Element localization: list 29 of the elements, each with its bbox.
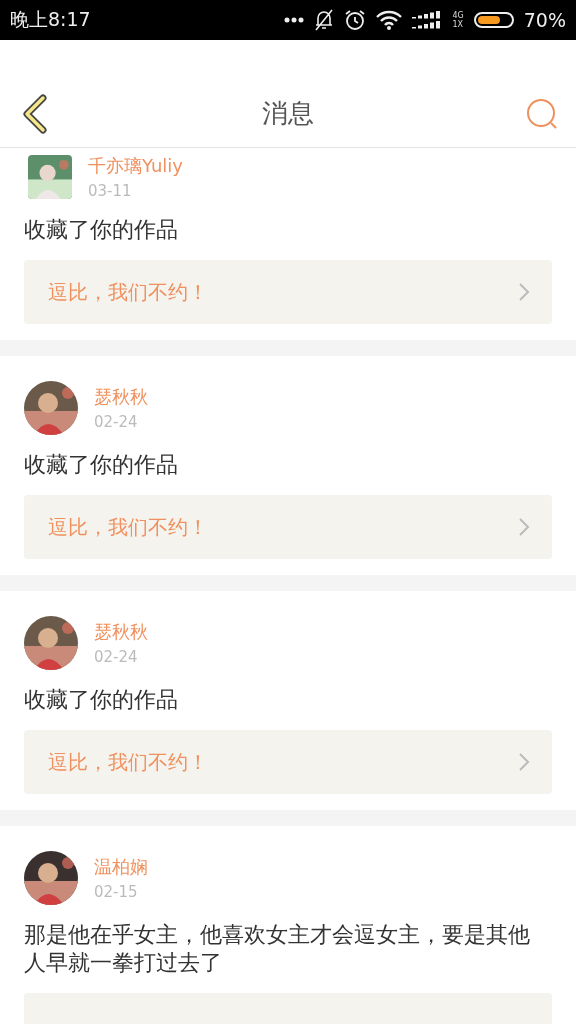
message-text: 收藏了你的作品: [24, 216, 179, 244]
message-date: 02-15: [94, 883, 139, 901]
user-name[interactable]: 瑟秋秋: [94, 620, 148, 644]
message-date: 03-11: [88, 182, 133, 200]
signal-icon: [412, 10, 443, 30]
battery-icon: [473, 12, 514, 28]
quoted-work[interactable]: 逗比，我们不约！: [24, 730, 552, 794]
message-date: 02-24: [94, 648, 139, 666]
user-name[interactable]: 瑟秋秋: [94, 385, 148, 409]
message-text: 那是他在乎女主，他喜欢女主才会逗女主，要是其他人早就一拳打过去了: [24, 921, 531, 977]
user-name[interactable]: 千亦璃Yuliy: [88, 154, 183, 178]
network-label: 1X: [452, 20, 464, 29]
user-name[interactable]: 温柏娴: [94, 855, 148, 879]
quoted-work[interactable]: 逗比，我们不约！: [24, 495, 552, 559]
message-text: 收藏了你的作品: [24, 686, 179, 714]
alarm-icon: [344, 9, 367, 31]
chevron-right-icon: [518, 752, 530, 772]
status-time: 晚上8:17: [10, 7, 92, 32]
bell-off-icon: [314, 9, 335, 31]
page-title: 消息: [262, 97, 314, 130]
chevron-right-icon: [518, 282, 530, 302]
more-icon: [284, 17, 305, 23]
network-label: 4G: [452, 11, 464, 20]
quoted-work[interactable]: 逗比，我们不约！: [24, 260, 552, 324]
message-date: 02-24: [94, 413, 139, 431]
battery-percent: 70%: [523, 9, 566, 31]
chevron-right-icon: [518, 517, 530, 537]
wifi-icon: [376, 10, 403, 30]
message-text: 收藏了你的作品: [24, 451, 179, 479]
